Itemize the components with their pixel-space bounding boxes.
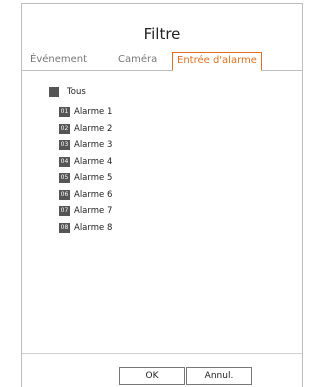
tab-bar: Événement Caméra Entrée d'alarme [22, 52, 302, 71]
dialog-title: Filtre [143, 25, 181, 43]
alarm-number-badge: 08 [59, 222, 70, 233]
alarm-number-badge: 04 [59, 156, 70, 167]
alarm-number-badge: 01 [59, 107, 70, 118]
footer-divider [22, 353, 302, 354]
alarm-number-badge: 07 [59, 206, 70, 217]
ok-button[interactable]: OK [119, 367, 185, 385]
alarm-item-7[interactable]: 07 Alarme 7 [59, 203, 112, 220]
filter-dialog: Filtre Événement Caméra Entrée d'alarme … [21, 3, 303, 387]
alarm-label: Alarme 7 [74, 206, 113, 217]
alarm-label: Alarme 8 [74, 222, 113, 233]
alarm-label: Alarme 3 [74, 140, 113, 151]
tab-alarm-input[interactable]: Entrée d'alarme [172, 52, 262, 71]
tab-event[interactable]: Événement [30, 54, 87, 65]
alarm-item-8[interactable]: 08 Alarme 8 [59, 220, 112, 237]
checkbox-checked-icon [49, 87, 59, 97]
alarm-label: Alarme 4 [74, 156, 113, 167]
alarm-label: Alarme 2 [74, 123, 113, 134]
alarm-item-1[interactable]: 01 Alarme 1 [59, 104, 112, 121]
alarm-label: Alarme 5 [74, 173, 113, 184]
alarm-item-3[interactable]: 03 Alarme 3 [59, 137, 112, 154]
alarm-number-badge: 05 [59, 173, 70, 184]
alarm-label: Alarme 1 [74, 107, 113, 118]
alarm-item-2[interactable]: 02 Alarme 2 [59, 121, 112, 138]
alarm-number-badge: 03 [59, 140, 70, 151]
select-all-checkbox[interactable]: Tous [49, 86, 86, 98]
cancel-button[interactable]: Annul. [186, 367, 252, 385]
alarm-item-5[interactable]: 05 Alarme 5 [59, 170, 112, 187]
alarm-number-badge: 06 [59, 189, 70, 200]
alarm-number-badge: 02 [59, 123, 70, 134]
tab-camera[interactable]: Caméra [118, 54, 157, 65]
alarm-item-6[interactable]: 06 Alarme 6 [59, 187, 112, 204]
alarm-list: 01 Alarme 1 02 Alarme 2 03 Alarme 3 04 A… [59, 104, 112, 236]
alarm-item-4[interactable]: 04 Alarme 4 [59, 154, 112, 171]
select-all-label: Tous [67, 87, 86, 97]
alarm-label: Alarme 6 [74, 189, 113, 200]
